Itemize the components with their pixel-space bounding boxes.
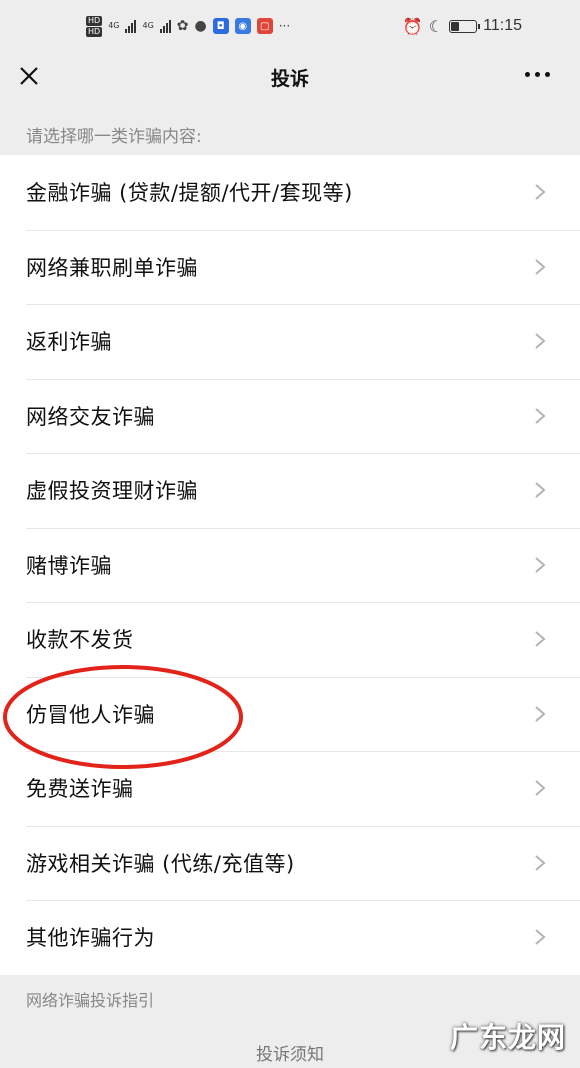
status-bar-right: ⏰ ☾ 11:15 [403,17,522,36]
app-icon-blue: ◘ [212,18,229,34]
list-item-label: 仿冒他人诈骗 [26,702,155,727]
chevron-right-icon [535,556,546,573]
status-bar: HD HD 4G 4G ✿ ● ◘ ◉ ▢ ··· ⏰ ☾ 11:15 [0,0,580,52]
section-hint: 请选择哪一类诈骗内容: [26,127,202,147]
chevron-right-icon [535,407,546,424]
hd-label-b: HD [86,26,103,37]
signal-icon-2 [159,19,171,33]
list-item[interactable]: 收款不发货 [0,602,580,677]
network-label-a: 4G [108,21,120,30]
list-item[interactable]: 网络兼职刷单诈骗 [0,229,580,305]
list-item-label: 游戏相关诈骗 (代练/充值等) [26,851,295,876]
moon-icon: ☾ [428,16,444,36]
complaint-guide-link[interactable]: 网络诈骗投诉指引 [26,987,154,1011]
list-item[interactable]: 其他诈骗行为 [0,900,580,975]
status-time: 11:15 [483,17,522,34]
message-icon: ● [194,18,207,34]
chevron-right-icon [535,258,546,275]
list-item-label: 收款不发货 [26,628,134,653]
more-icon[interactable] [525,66,550,83]
network-label-b: 4G [142,21,154,30]
list-item-label: 其他诈骗行为 [26,926,155,951]
list-item[interactable]: 金融诈骗 (贷款/提额/代开/套现等) [0,155,580,230]
chevron-right-icon [535,854,546,871]
category-list: 金融诈骗 (贷款/提额/代开/套现等) 网络兼职刷单诈骗 返利诈骗网络交友诈骗虚假投… [0,155,580,975]
alarm-icon: ⏰ [402,16,423,36]
list-item[interactable]: 免费送诈骗 [0,751,580,826]
chevron-right-icon [535,705,546,722]
app-icon-red: ▢ [256,18,273,34]
list-item-label: 网络交友诈骗 [26,404,155,429]
hd-label-a: HD [86,15,103,26]
more-notifications-icon: ··· [278,19,291,33]
list-item[interactable]: 返利诈骗 [0,304,580,379]
chevron-right-icon [535,780,546,797]
hd-indicator: HD HD [86,15,103,37]
list-item-label: 返利诈骗 [26,330,112,355]
battery-icon [449,19,481,33]
watermark: 广东龙网 [449,1021,566,1054]
battery-fill [451,21,459,31]
list-item[interactable]: 虚假投资理财诈骗 [0,453,580,528]
list-item-label: 金融诈骗 (贷款/提额/代开/套现等) [26,181,353,206]
list-item[interactable]: 游戏相关诈骗 (代练/充值等) [0,825,580,901]
list-item-label: 网络兼职刷单诈骗 [26,255,198,280]
page-title: 投诉 [270,67,309,90]
chevron-right-icon [535,929,546,946]
chevron-right-icon [535,631,546,648]
list-item-label: 免费送诈骗 [26,777,134,802]
status-bar-left: HD HD 4G 4G ✿ ● ◘ ◉ ▢ ··· [86,15,291,37]
nav-bar: 投诉 [0,52,580,102]
list-item-label: 赌博诈骗 [26,553,112,578]
chevron-right-icon [535,184,546,201]
close-icon[interactable] [16,63,42,89]
chevron-right-icon [535,482,546,499]
wechat-icon: ✿ [176,18,189,34]
list-item[interactable]: 网络交友诈骗 [0,378,580,454]
list-item[interactable]: 仿冒他人诈骗 [0,676,580,752]
chevron-right-icon [535,333,546,350]
app-icon-shield: ◉ [234,18,251,34]
list-item[interactable]: 赌博诈骗 [0,527,580,603]
signal-icon [125,19,137,33]
list-item-label: 虚假投资理财诈骗 [26,479,198,504]
